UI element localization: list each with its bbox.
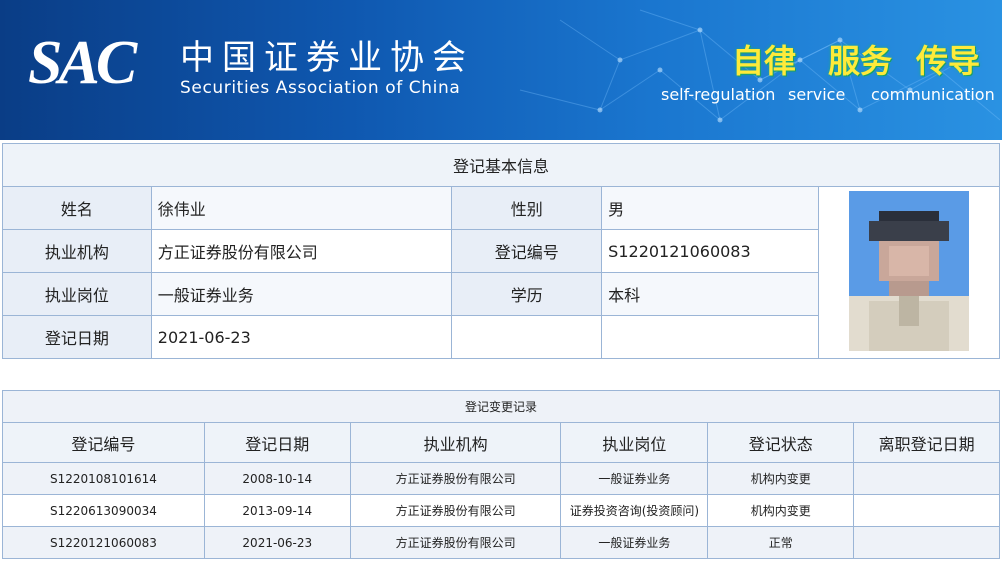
cell-status: 机构内变更 <box>707 494 855 527</box>
basic-info-table: 登记基本信息 姓名 徐伟业 性别 男 执业机构 方正证券股份有限公司 登记编号 … <box>2 143 1000 359</box>
name-value: 徐伟业 <box>150 186 453 230</box>
cell-org: 方正证券股份有限公司 <box>349 526 562 559</box>
col-header-leave-date: 离职登记日期 <box>853 422 1000 463</box>
cell-position: 一般证券业务 <box>560 462 709 495</box>
pixelated-portrait <box>849 190 970 351</box>
logo-abbr: SAC <box>28 29 137 97</box>
date-label: 登记日期 <box>2 315 152 359</box>
slogan-en-communication: communication <box>871 85 995 104</box>
reg-no-label: 登记编号 <box>451 229 603 273</box>
cell-org: 方正证券股份有限公司 <box>349 494 562 527</box>
cell-reg-no: S1220121060083 <box>2 526 205 559</box>
col-header-reg-no: 登记编号 <box>2 422 205 463</box>
table-row: S1220108101614 2008-10-14 方正证券股份有限公司 一般证… <box>2 462 1000 495</box>
slogan-service: 服务 <box>828 42 893 80</box>
slogan-en-service: service <box>788 85 846 104</box>
date-value: 2021-06-23 <box>150 315 453 359</box>
cell-reg-no: S1220108101614 <box>2 462 205 495</box>
cell-leave-date <box>853 494 1000 527</box>
edu-label: 学历 <box>451 272 603 316</box>
cell-reg-date: 2008-10-14 <box>203 462 351 495</box>
gender-label: 性别 <box>451 186 603 230</box>
position-label: 执业岗位 <box>2 272 152 316</box>
slogan-self-regulation: 自律 <box>732 42 797 80</box>
edu-value: 本科 <box>601 272 820 316</box>
empty-cell <box>601 315 820 359</box>
slogan-en-self-regulation: self-regulation <box>661 85 776 104</box>
empty-cell <box>451 315 603 359</box>
col-header-position: 执业岗位 <box>560 422 709 463</box>
slogan-communication: 传导 <box>916 42 981 80</box>
cell-org: 方正证券股份有限公司 <box>349 462 562 495</box>
cell-status: 正常 <box>707 526 855 559</box>
cell-leave-date <box>853 462 1000 495</box>
reg-no-value: S1220121060083 <box>601 229 820 273</box>
basic-info-title: 登记基本信息 <box>2 143 1000 187</box>
name-label: 姓名 <box>2 186 152 230</box>
table-row: S1220121060083 2021-06-23 方正证券股份有限公司 一般证… <box>2 526 1000 559</box>
org-name-cn: 中国证券业协会 <box>180 38 474 78</box>
col-header-status: 登记状态 <box>707 422 855 463</box>
org-label: 执业机构 <box>2 229 152 273</box>
org-value: 方正证券股份有限公司 <box>150 229 453 273</box>
cell-reg-date: 2021-06-23 <box>203 526 351 559</box>
cell-status: 机构内变更 <box>707 462 855 495</box>
change-records-table: 登记变更记录 登记编号 登记日期 执业机构 执业岗位 登记状态 离职登记日期 S… <box>2 390 1000 559</box>
cell-position: 证券投资咨询(投资顾问) <box>560 494 709 527</box>
header-banner: SAC 中国证券业协会 Securities Association of Ch… <box>0 0 1002 140</box>
position-value: 一般证券业务 <box>150 272 453 316</box>
avatar-photo <box>849 190 970 351</box>
change-records-title: 登记变更记录 <box>2 390 1000 423</box>
col-header-org: 执业机构 <box>349 422 562 463</box>
cell-position: 一般证券业务 <box>560 526 709 559</box>
gender-value: 男 <box>601 186 820 230</box>
col-header-reg-date: 登记日期 <box>203 422 351 463</box>
cell-leave-date <box>853 526 1000 559</box>
cell-reg-date: 2013-09-14 <box>203 494 351 527</box>
photo-cell <box>818 186 1000 359</box>
cell-reg-no: S1220613090034 <box>2 494 205 527</box>
org-name-en: Securities Association of China <box>180 78 461 98</box>
table-row: S1220613090034 2013-09-14 方正证券股份有限公司 证券投… <box>2 494 1000 527</box>
